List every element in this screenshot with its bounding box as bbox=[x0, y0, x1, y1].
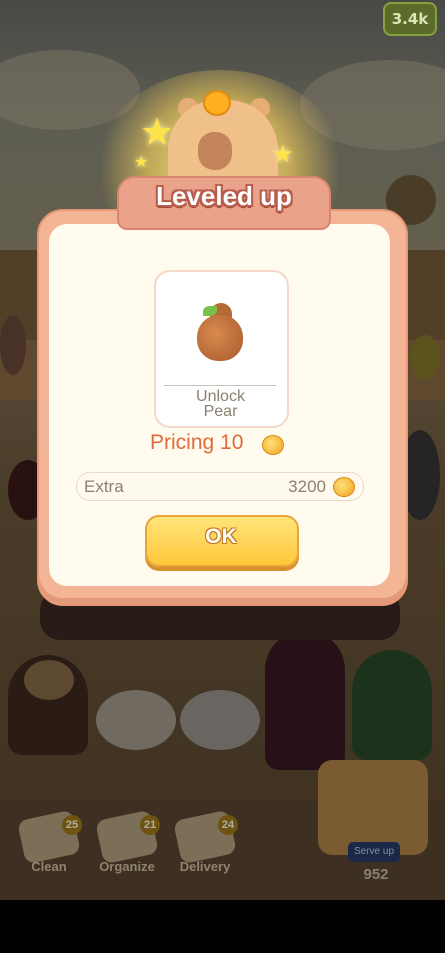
capybara-snout bbox=[198, 132, 232, 170]
unlock-item: Pear bbox=[203, 403, 238, 420]
ok-button-label[interactable]: OK bbox=[145, 525, 297, 549]
star-icon: ★ bbox=[134, 152, 149, 171]
orange-hat-icon bbox=[203, 90, 231, 116]
star-icon: ★ bbox=[272, 140, 294, 168]
coin-icon bbox=[262, 435, 284, 455]
extra-label: Extra bbox=[84, 477, 124, 496]
card-divider bbox=[164, 385, 276, 386]
coin-icon bbox=[333, 477, 355, 497]
star-icon: ★ bbox=[140, 110, 175, 154]
unlock-text: Unlock Pear bbox=[154, 388, 287, 420]
extra-value: 3200 bbox=[288, 477, 326, 496]
leaf-icon bbox=[203, 306, 217, 316]
unlock-label: Unlock bbox=[196, 388, 245, 405]
dialog-title: Leveled up bbox=[156, 181, 292, 211]
pear-icon bbox=[197, 315, 243, 361]
currency-badge[interactable]: 3.4k bbox=[383, 2, 437, 36]
